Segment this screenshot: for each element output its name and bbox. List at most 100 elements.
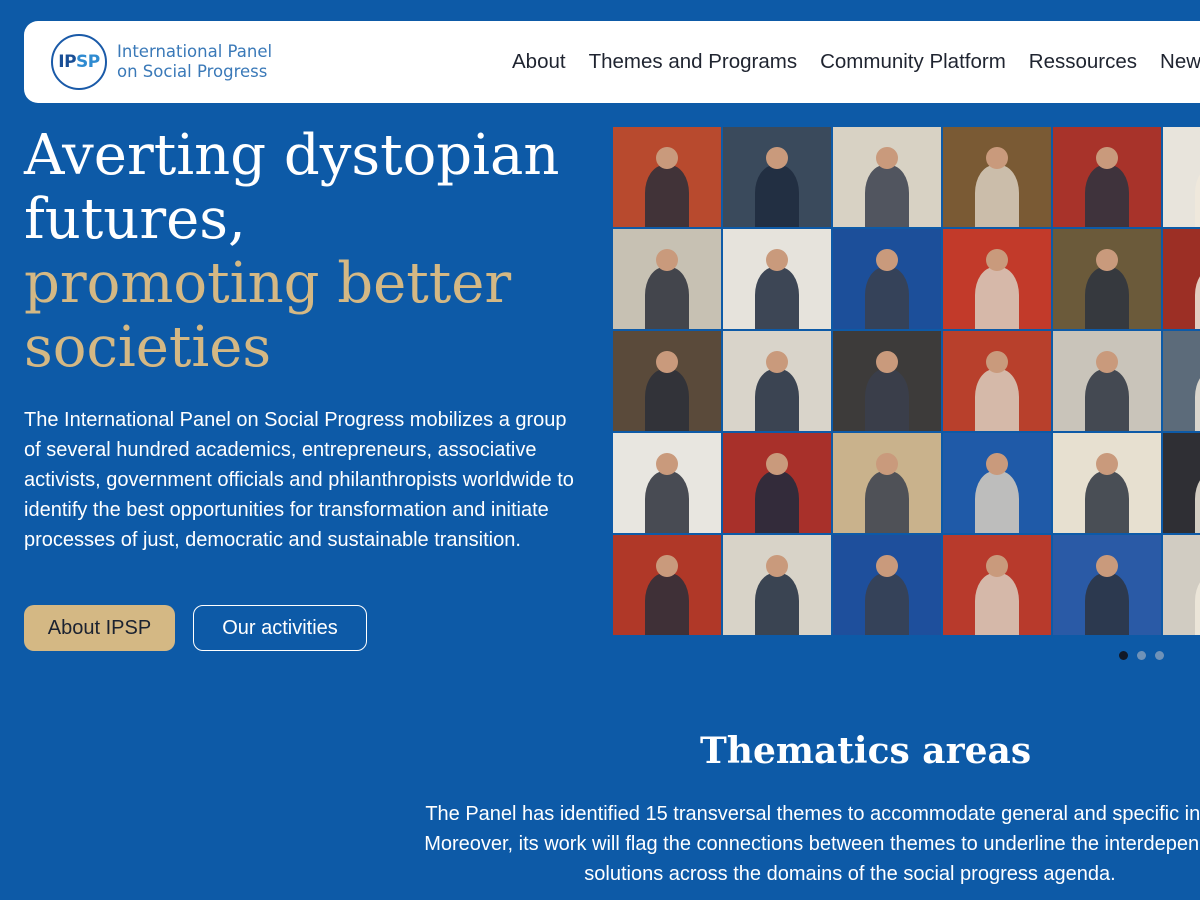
photo-figure xyxy=(865,165,909,227)
photo-head xyxy=(1096,147,1118,169)
photo-head xyxy=(986,351,1008,373)
mosaic-photo xyxy=(613,433,721,533)
hero-title: Averting dystopian futures, promoting be… xyxy=(24,124,604,380)
mosaic-photo xyxy=(1163,535,1200,635)
nav-news[interactable]: New xyxy=(1160,50,1200,74)
photo-figure xyxy=(1195,165,1200,227)
thematics-title: Thematics areas xyxy=(700,730,1032,772)
mosaic-photo xyxy=(613,229,721,329)
mosaic-photo xyxy=(833,229,941,329)
photo-head xyxy=(656,555,678,577)
carousel-dot[interactable] xyxy=(1155,651,1164,660)
photo-head xyxy=(876,351,898,373)
mosaic-photo xyxy=(833,433,941,533)
photo-figure xyxy=(1195,471,1200,533)
hero-title-line1: Averting dystopian xyxy=(24,123,560,188)
mosaic-photo xyxy=(723,535,831,635)
photo-figure xyxy=(645,471,689,533)
photo-head xyxy=(656,351,678,373)
mosaic-photo xyxy=(833,127,941,227)
mosaic-photo xyxy=(1163,127,1200,227)
photo-figure xyxy=(975,165,1019,227)
carousel-dot[interactable] xyxy=(1119,651,1128,660)
mosaic-photo xyxy=(1163,331,1200,431)
photo-figure xyxy=(1085,573,1129,635)
photo-figure xyxy=(755,267,799,329)
thematics-line3: solutions across the domains of the soci… xyxy=(584,863,1116,885)
photo-figure xyxy=(645,369,689,431)
mosaic-photo xyxy=(1053,229,1161,329)
thematics-line2: Moreover, its work will flag the connect… xyxy=(424,833,1200,855)
photo-head xyxy=(766,249,788,271)
photo-head xyxy=(986,555,1008,577)
nav-community-platform[interactable]: Community Platform xyxy=(820,50,1006,74)
nav-ressources[interactable]: Ressources xyxy=(1029,50,1137,74)
photo-figure xyxy=(755,165,799,227)
mosaic-photo xyxy=(1053,433,1161,533)
mosaic-photo xyxy=(613,127,721,227)
hero-title-line2: futures, xyxy=(24,187,246,252)
photo-figure xyxy=(975,471,1019,533)
logo-name-line2: on Social Progress xyxy=(117,62,268,81)
about-ipsp-button[interactable]: About IPSP xyxy=(24,605,175,651)
photo-figure xyxy=(645,573,689,635)
mosaic-photo xyxy=(613,535,721,635)
photo-head xyxy=(876,249,898,271)
photo-figure xyxy=(645,165,689,227)
mosaic-photo xyxy=(943,535,1051,635)
mosaic-photo xyxy=(1163,433,1200,533)
mosaic-photo xyxy=(613,331,721,431)
photo-mosaic[interactable] xyxy=(613,127,1200,637)
photo-figure xyxy=(975,267,1019,329)
logo-name-line1: International Panel xyxy=(117,42,273,61)
carousel-dot[interactable] xyxy=(1137,651,1146,660)
thematics-line1: The Panel has identified 15 transversal … xyxy=(425,803,1200,825)
photo-head xyxy=(766,351,788,373)
photo-figure xyxy=(865,267,909,329)
mosaic-photo xyxy=(1163,229,1200,329)
photo-head xyxy=(1096,453,1118,475)
mosaic-photo xyxy=(943,331,1051,431)
ipsp-logo[interactable]: IP SP International Panel on Social Progr… xyxy=(51,32,272,92)
photo-head xyxy=(766,555,788,577)
mosaic-photo xyxy=(833,535,941,635)
our-activities-button[interactable]: Our activities xyxy=(193,605,367,651)
photo-head xyxy=(766,147,788,169)
photo-head xyxy=(656,453,678,475)
mosaic-photo xyxy=(1053,331,1161,431)
mosaic-photo xyxy=(943,433,1051,533)
hero-title-line4: societies xyxy=(24,315,272,380)
photo-figure xyxy=(755,573,799,635)
photo-head xyxy=(1096,249,1118,271)
hero-description: The International Panel on Social Progre… xyxy=(24,409,574,551)
photo-figure xyxy=(755,369,799,431)
photo-figure xyxy=(1195,573,1200,635)
mosaic-photo xyxy=(723,331,831,431)
ipsp-logo-mark: IP SP xyxy=(51,34,107,90)
thematics-description: The Panel has identified 15 transversal … xyxy=(300,799,1200,889)
mosaic-photo xyxy=(723,433,831,533)
hero-title-line3: promoting better xyxy=(24,251,512,316)
nav-themes-and-programs[interactable]: Themes and Programs xyxy=(589,50,798,74)
photo-figure xyxy=(865,369,909,431)
mosaic-photo xyxy=(1053,127,1161,227)
photo-figure xyxy=(1195,267,1200,329)
photo-figure xyxy=(1195,369,1200,431)
photo-head xyxy=(1096,351,1118,373)
photo-figure xyxy=(975,573,1019,635)
mosaic-photo xyxy=(1053,535,1161,635)
nav-about[interactable]: About xyxy=(512,50,566,74)
photo-figure xyxy=(975,369,1019,431)
photo-head xyxy=(876,555,898,577)
photo-head xyxy=(876,147,898,169)
photo-head xyxy=(986,249,1008,271)
photo-figure xyxy=(865,471,909,533)
mosaic-photo xyxy=(723,229,831,329)
photo-figure xyxy=(865,573,909,635)
photo-figure xyxy=(1085,165,1129,227)
mosaic-photo xyxy=(723,127,831,227)
site-header: IP SP International Panel on Social Progr… xyxy=(24,21,1200,103)
photo-figure xyxy=(1085,267,1129,329)
photo-head xyxy=(656,147,678,169)
photo-figure xyxy=(1085,471,1129,533)
